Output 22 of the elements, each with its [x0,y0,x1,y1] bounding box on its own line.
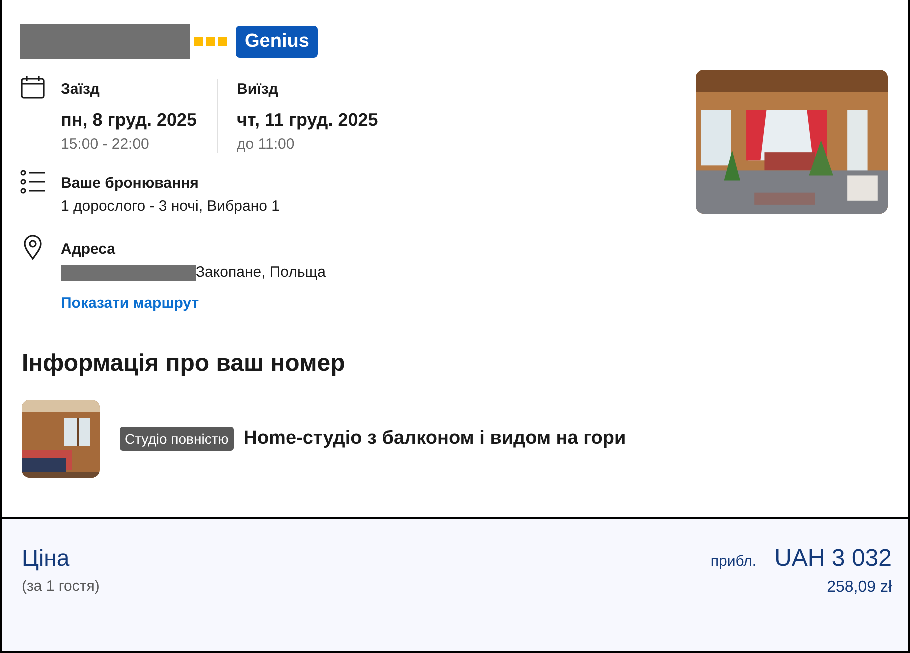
booking-details: 1 дорослого - 3 ночі, Вибрано 1 [61,197,280,217]
section-heading: Інформація про ваш номер [22,350,346,378]
checkout-date: чт, 11 груд. 2025 [237,109,378,131]
approx-label: прибл. [710,553,757,570]
price-amount: UAH 3 032 [774,545,892,573]
checkout-time: до 11:00 [237,136,296,153]
checkin-label: Заїзд [61,80,101,100]
room-type-tag: Студіо повністю [120,427,234,451]
price-note: (за 1 гостя) [22,578,100,595]
booking-label: Ваше бронювання [61,174,200,194]
address-text: Закопане, Польща [196,263,326,283]
room-name: Home-студіо з балконом і видом на гори [244,428,626,450]
checkout-label: Виїзд [237,80,280,100]
local-price: 258,09 zł [827,579,892,597]
genius-badge: Genius [236,26,318,58]
calendar-icon [20,75,46,101]
address-label: Адреса [61,240,117,260]
price-label: Ціна [22,545,71,572]
list-icon [20,169,46,195]
route-link[interactable]: Показати маршрут [61,295,200,312]
checkin-date: пн, 8 груд. 2025 [61,109,198,131]
checkin-time: 15:00 - 22:00 [61,136,150,153]
